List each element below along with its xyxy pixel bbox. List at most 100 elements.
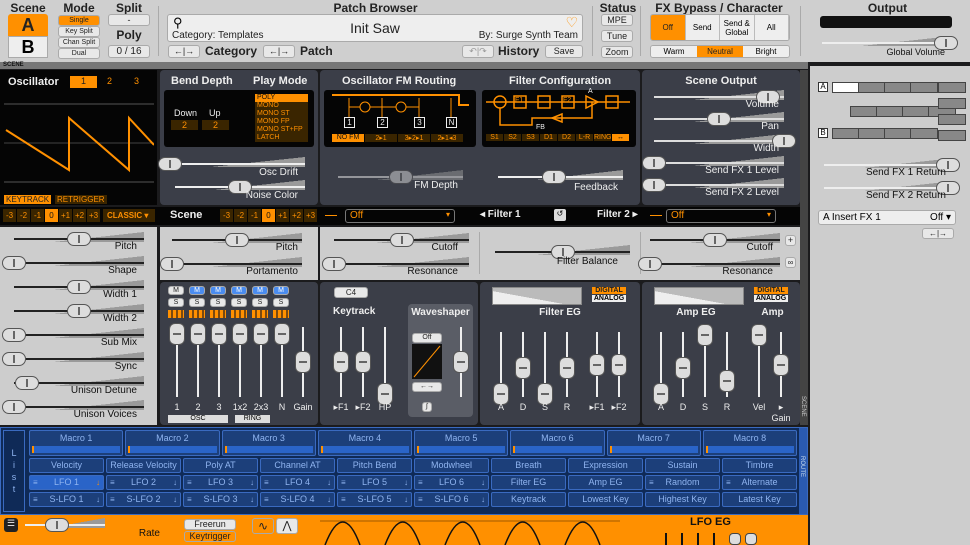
- route-indicator[interactable]: [273, 310, 289, 318]
- arrow-down-icon[interactable]: ↓: [327, 493, 331, 506]
- freerun-button[interactable]: Freerun: [184, 519, 236, 530]
- slider-handle[interactable]: [611, 353, 627, 376]
- lfo-eg-slider[interactable]: [681, 533, 683, 545]
- slider-handle[interactable]: [355, 351, 371, 373]
- fm-mode-option[interactable]: 2▸1◂3: [431, 134, 463, 142]
- favorite-heart-icon[interactable]: ♡: [565, 14, 578, 31]
- route-indicator[interactable]: [168, 310, 184, 318]
- macro-value-bar[interactable]: [32, 446, 121, 453]
- slider-handle[interactable]: [333, 351, 349, 373]
- solo-button[interactable]: S: [231, 298, 247, 307]
- mode-key-split[interactable]: Key Split: [58, 26, 100, 37]
- waveshaper-prev-next[interactable]: ←→: [412, 382, 442, 392]
- lfo-sine-button[interactable]: ∿: [252, 518, 274, 534]
- filter_eg-3[interactable]: [559, 332, 575, 397]
- macro-value-bar[interactable]: [128, 446, 217, 453]
- slider-handle[interactable]: [169, 323, 185, 345]
- filter2-type-dropdown[interactable]: Off ▾: [666, 209, 776, 223]
- character-bright[interactable]: Bright: [743, 46, 789, 57]
- mod-source-amp-eg[interactable]: Amp EG: [568, 475, 643, 490]
- drag-handle-icon[interactable]: ≡: [33, 493, 38, 506]
- keytrigger-button[interactable]: Keytrigger: [184, 531, 236, 542]
- play-mode-option[interactable]: LATCH: [255, 134, 308, 142]
- drag-handle-icon[interactable]: ≡: [341, 476, 346, 489]
- mode-single[interactable]: Single: [58, 15, 100, 26]
- arrow-down-icon[interactable]: ↓: [96, 493, 100, 506]
- mod-source-sustain[interactable]: Sustain: [645, 458, 720, 473]
- mod-source-s-lfo-2[interactable]: ≡ S-LFO 2 ↓: [106, 492, 181, 507]
- slider-handle[interactable]: [751, 324, 767, 347]
- mod-source-lfo-1[interactable]: ≡ LFO 1 ↓: [29, 475, 104, 490]
- macro-value-bar[interactable]: [320, 446, 409, 453]
- scene-b-button[interactable]: B: [8, 36, 48, 58]
- keytrack-2[interactable]: [377, 327, 393, 405]
- fx-bypass-3[interactable]: All: [754, 15, 789, 40]
- filter-config-option[interactable]: L-R: [576, 134, 593, 141]
- fx-slot[interactable]: [832, 82, 860, 93]
- play-mode-option[interactable]: MONO ST: [255, 110, 308, 118]
- drag-handle-icon[interactable]: ≡: [726, 476, 731, 489]
- amp_eg-3[interactable]: [719, 332, 735, 397]
- mute-button[interactable]: M: [189, 286, 205, 295]
- amp_eg-2[interactable]: [697, 324, 713, 397]
- octave-step[interactable]: +3: [304, 209, 317, 222]
- macro-value-bar[interactable]: [224, 446, 313, 453]
- fx-slot[interactable]: [858, 128, 886, 139]
- filter_eg-1[interactable]: [515, 332, 531, 397]
- filter_eg-2[interactable]: [537, 332, 553, 405]
- mute-button[interactable]: M: [252, 286, 268, 295]
- filter-config-option[interactable]: D1: [540, 134, 557, 141]
- mixer-channel-2[interactable]: [190, 323, 206, 397]
- keytrack-1[interactable]: [355, 327, 371, 397]
- solo-button[interactable]: S: [189, 298, 205, 307]
- macro-value-bar[interactable]: [609, 446, 698, 453]
- play-mode-option[interactable]: MONO: [255, 102, 308, 110]
- lfo-eg-slider[interactable]: [713, 533, 715, 545]
- mute-button[interactable]: M: [168, 286, 184, 295]
- mod-source-s-lfo-1[interactable]: ≡ S-LFO 1 ↓: [29, 492, 104, 507]
- fx-slot[interactable]: [910, 82, 938, 93]
- undo-redo-buttons[interactable]: ↶|↷: [462, 45, 494, 58]
- fx-slot[interactable]: [938, 82, 966, 93]
- arrow-down-icon[interactable]: ↓: [173, 476, 177, 489]
- lfo-triangle-button[interactable]: ⋀: [276, 518, 298, 534]
- mod-source-s-lfo-4[interactable]: ≡ S-LFO 4 ↓: [260, 492, 335, 507]
- octave-step[interactable]: -2: [17, 209, 30, 222]
- tune-button[interactable]: Tune: [601, 30, 633, 42]
- macro-4[interactable]: Macro 4: [317, 430, 412, 456]
- keytrack-toggle[interactable]: KEYTRACK: [4, 195, 52, 204]
- filter-config-option[interactable]: D2: [558, 134, 575, 141]
- amp_eg-1[interactable]: [675, 332, 691, 397]
- octave-step[interactable]: -2: [234, 209, 247, 222]
- save-button[interactable]: Save: [545, 45, 583, 58]
- slider-handle[interactable]: [697, 324, 713, 347]
- slider-handle[interactable]: [515, 356, 531, 379]
- insert-fx-prev-next[interactable]: ←|→: [922, 228, 954, 239]
- drag-handle-icon[interactable]: ≡: [418, 476, 423, 489]
- slider-handle[interactable]: [45, 518, 69, 532]
- arrow-down-icon[interactable]: ↓: [404, 493, 408, 506]
- waveshaper-type[interactable]: Off: [412, 333, 442, 343]
- fm-mode-option[interactable]: NO FM: [332, 134, 364, 142]
- route-side-tab[interactable]: ROUTE: [799, 428, 807, 514]
- arrow-down-icon[interactable]: ↓: [481, 493, 485, 506]
- fx-slot[interactable]: [832, 128, 860, 139]
- lfo-eg-slider[interactable]: [665, 533, 667, 545]
- slider-handle[interactable]: [232, 323, 248, 345]
- fx-bypass-0[interactable]: Off: [651, 15, 686, 40]
- slider-handle[interactable]: [190, 323, 206, 345]
- insert-fx-selector[interactable]: A Insert FX 1 Off ▾: [818, 210, 956, 225]
- mod-source-random[interactable]: ≡ Random: [645, 475, 720, 490]
- octave-step[interactable]: -1: [31, 209, 44, 222]
- character-neutral[interactable]: Neutral: [697, 46, 743, 57]
- character-warm[interactable]: Warm: [651, 46, 697, 57]
- mod-source-timbre[interactable]: Timbre: [722, 458, 797, 473]
- osc-type-dropdown[interactable]: CLASSIC ▾: [103, 209, 155, 222]
- fx-slot[interactable]: [902, 106, 930, 117]
- split-value[interactable]: -: [108, 14, 150, 26]
- octave-step[interactable]: +2: [73, 209, 86, 222]
- filter_eg-digital-button[interactable]: DIGITAL: [592, 287, 626, 294]
- mixer-channel-2x3[interactable]: [253, 323, 269, 397]
- slider-handle[interactable]: [589, 353, 605, 376]
- zoom-button[interactable]: Zoom: [601, 46, 633, 58]
